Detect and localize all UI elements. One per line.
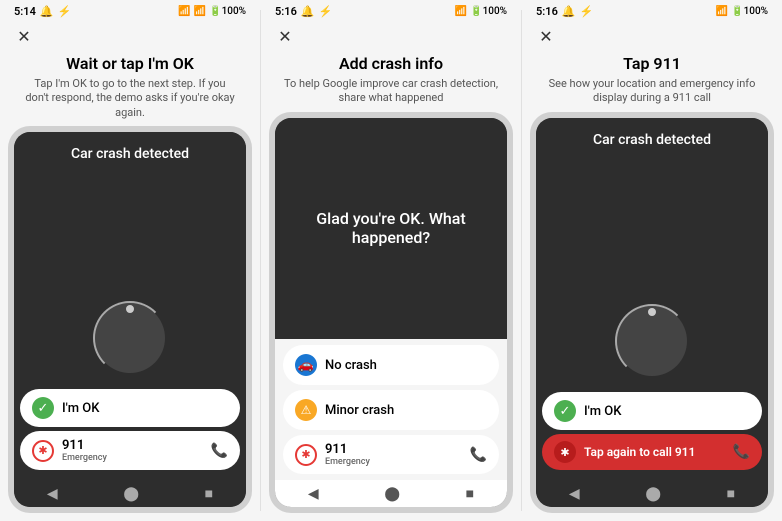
- asterisk-icon-2: ✱: [295, 444, 317, 466]
- warning-icon: ⚠: [295, 399, 317, 421]
- status-bar-2: 5:16 🔔 ⚡ 📶 🔋100%: [269, 0, 513, 22]
- minor-crash-button[interactable]: ⚠ Minor crash: [283, 390, 499, 430]
- phone-icon-1: 📞: [211, 443, 228, 459]
- im-ok-button-3[interactable]: ✓ I'm OK: [542, 392, 762, 430]
- tap-again-call-911-button[interactable]: ✱ Tap again to call 911 📞: [542, 434, 762, 470]
- home-nav-3[interactable]: ⬤: [645, 486, 661, 502]
- recents-nav-2[interactable]: ■: [466, 485, 474, 502]
- back-nav-1[interactable]: ◀: [47, 486, 58, 502]
- phone-screen-2: Glad you're OK. What happened? 🚗 No cras…: [275, 118, 507, 507]
- status-time-2: 5:16 🔔 ⚡: [275, 5, 332, 18]
- panel-title-3: Tap 911: [530, 50, 774, 75]
- panel-title-1: Wait or tap I'm OK: [8, 50, 252, 75]
- panel-2: 5:16 🔔 ⚡ 📶 🔋100% ✕ Add crash info To hel…: [261, 0, 521, 521]
- check-icon-3: ✓: [554, 400, 576, 422]
- phone-frame-3: Car crash detected ✓ I'm OK ✱ Tap again …: [530, 112, 774, 513]
- status-icons-2: 📶 🔋100%: [455, 6, 507, 17]
- back-nav-2[interactable]: ◀: [308, 486, 319, 502]
- circle-dot-1: [126, 305, 134, 313]
- panel-subtitle-2: To help Google improve car crash detecti…: [269, 75, 513, 112]
- phone-screen-3: Car crash detected ✓ I'm OK ✱ Tap again …: [536, 118, 768, 507]
- nav-bar-2: ◀ ⬤ ■: [275, 480, 507, 507]
- screen-dark-3: Car crash detected ✓ I'm OK ✱ Tap again …: [536, 118, 768, 480]
- check-icon-1: ✓: [32, 397, 54, 419]
- circle-animation-1: [95, 303, 165, 373]
- crash-options-screen-2: Glad you're OK. What happened? 🚗 No cras…: [275, 118, 507, 480]
- status-bar-1: 5:14 🔔 ⚡ 📶 📶 🔋100%: [8, 0, 252, 22]
- status-time-3: 5:16 🔔 ⚡: [536, 5, 593, 18]
- recents-nav-3[interactable]: ■: [727, 485, 735, 502]
- asterisk-icon-3: ✱: [554, 441, 576, 463]
- panel-title-2: Add crash info: [269, 50, 513, 75]
- home-nav-2[interactable]: ⬤: [384, 486, 400, 502]
- crash-detected-text-1: Car crash detected: [61, 132, 199, 303]
- panel-subtitle-1: Tap I'm OK to go to the next step. If yo…: [8, 75, 252, 126]
- phone-buttons-1: ✓ I'm OK ✱ 911 Emergency 📞: [14, 389, 246, 474]
- close-button-3[interactable]: ✕: [536, 26, 556, 46]
- nav-bar-1: ◀ ⬤ ■: [14, 480, 246, 507]
- crash-question-2: Glad you're OK. What happened?: [275, 209, 507, 247]
- 911-label-col-2: 911 Emergency: [325, 442, 462, 467]
- status-bar-3: 5:16 🔔 ⚡ 📶 🔋100%: [530, 0, 774, 22]
- phone-buttons-3: ✓ I'm OK ✱ Tap again to call 911 📞: [536, 392, 768, 474]
- call-911-button-2[interactable]: ✱ 911 Emergency 📞: [283, 435, 499, 474]
- home-nav-1[interactable]: ⬤: [123, 486, 139, 502]
- status-icons-3: 📶 🔋100%: [716, 6, 768, 17]
- crash-options-list-2: 🚗 No crash ⚠ Minor crash ✱ 911 Emergency: [275, 339, 507, 480]
- panel-subtitle-3: See how your location and emergency info…: [530, 75, 774, 112]
- back-nav-3[interactable]: ◀: [569, 486, 580, 502]
- call-911-button-1[interactable]: ✱ 911 Emergency 📞: [20, 431, 240, 470]
- crash-detected-text-3: Car crash detected: [583, 118, 721, 306]
- recents-nav-1[interactable]: ■: [205, 485, 213, 502]
- status-time-1: 5:14 🔔 ⚡: [14, 5, 71, 18]
- crash-options-top-2: Glad you're OK. What happened?: [275, 118, 507, 339]
- circle-dot-3: [648, 308, 656, 316]
- panel-3: 5:16 🔔 ⚡ 📶 🔋100% ✕ Tap 911 See how your …: [522, 0, 782, 521]
- nav-bar-3: ◀ ⬤ ■: [536, 480, 768, 507]
- phone-icon-2: 📞: [470, 447, 487, 463]
- panel-1: 5:14 🔔 ⚡ 📶 📶 🔋100% ✕ Wait or tap I'm OK …: [0, 0, 260, 521]
- close-button-1[interactable]: ✕: [14, 26, 34, 46]
- circle-animation-3: [617, 306, 687, 376]
- im-ok-button-1[interactable]: ✓ I'm OK: [20, 389, 240, 427]
- phone-frame-1: Car crash detected ✓ I'm OK ✱ 911 Emerge…: [8, 126, 252, 513]
- close-button-2[interactable]: ✕: [275, 26, 295, 46]
- status-icons-1: 📶 📶 🔋100%: [178, 6, 246, 17]
- car-icon: 🚗: [295, 354, 317, 376]
- no-crash-button[interactable]: 🚗 No crash: [283, 345, 499, 385]
- phone-screen-1: Car crash detected ✓ I'm OK ✱ 911 Emerge…: [14, 132, 246, 507]
- phone-frame-2: Glad you're OK. What happened? 🚗 No cras…: [269, 112, 513, 513]
- phone-icon-3: 📞: [733, 444, 750, 460]
- 911-label-col-1: 911 Emergency: [62, 438, 203, 463]
- screen-dark-1: Car crash detected ✓ I'm OK ✱ 911 Emerge…: [14, 132, 246, 480]
- asterisk-icon-1: ✱: [32, 440, 54, 462]
